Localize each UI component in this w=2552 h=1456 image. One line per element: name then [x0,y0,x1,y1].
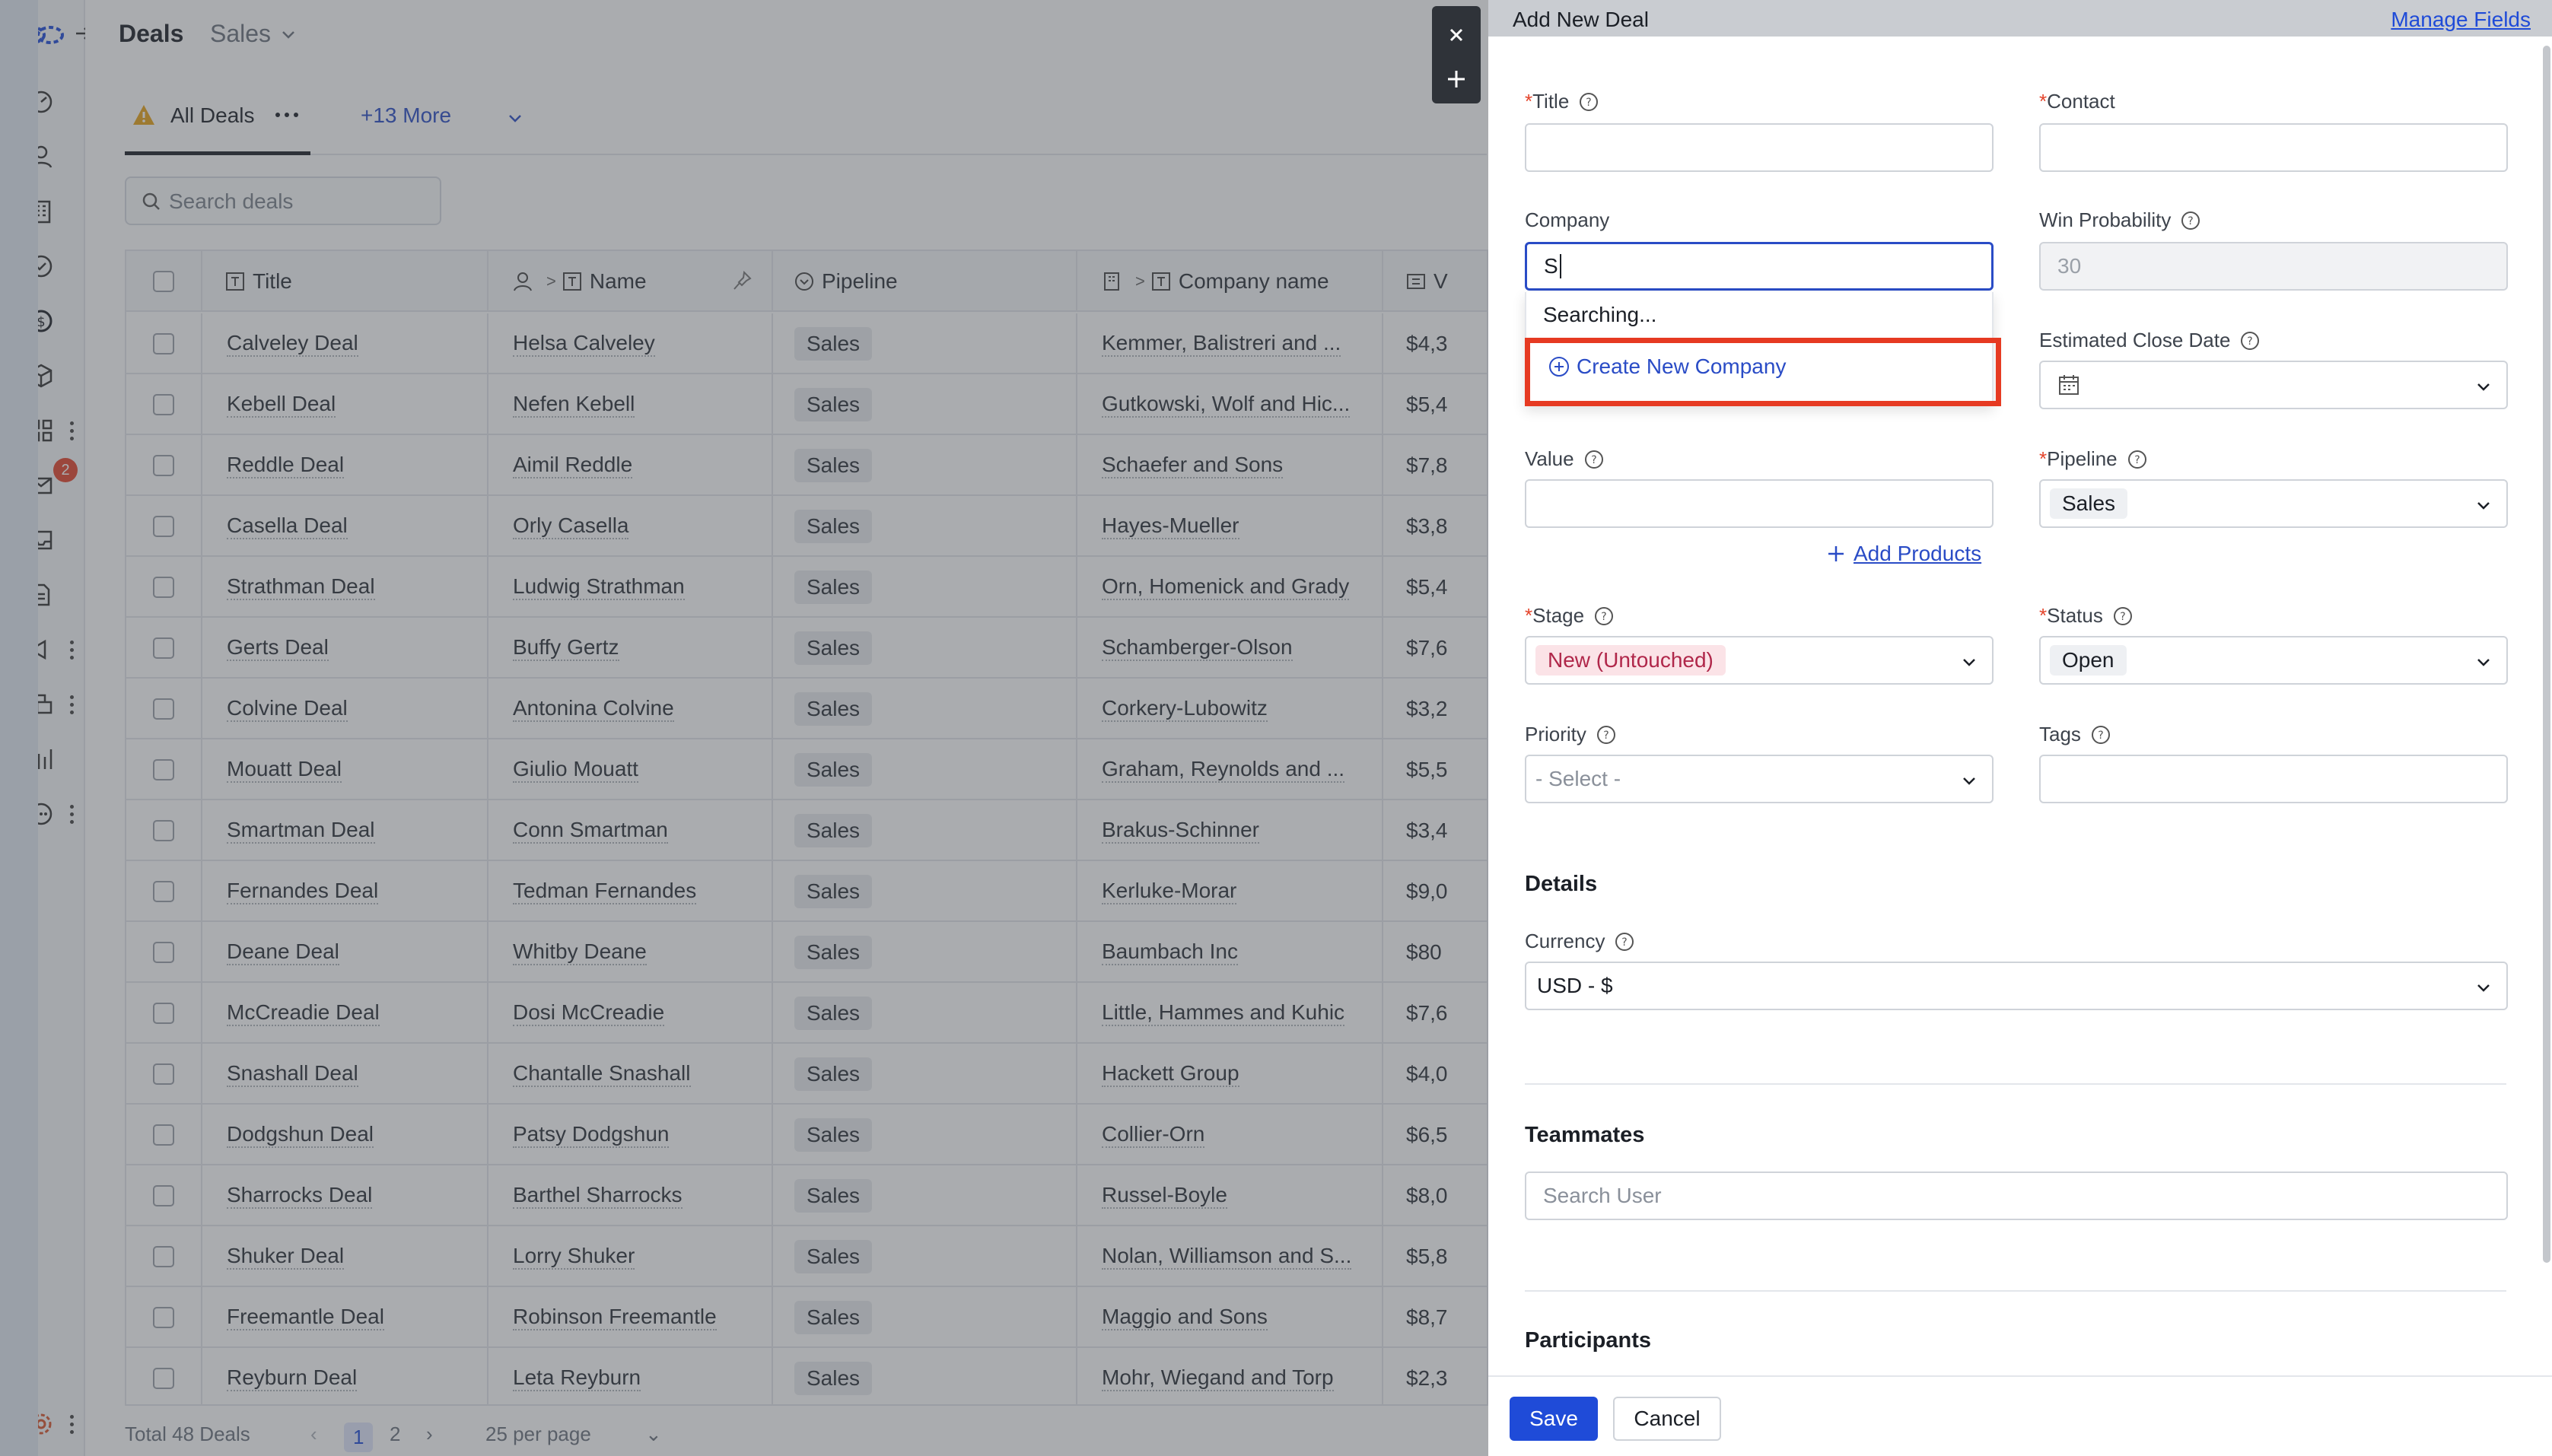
help-icon[interactable]: ? [2127,449,2148,470]
svg-text:?: ? [1622,936,1628,949]
value-input[interactable] [1525,479,1994,528]
currency-select[interactable]: USD - $ [1525,962,2508,1010]
svg-text:?: ? [2098,730,2103,742]
add-circle-icon [1549,357,1569,377]
status-label: * Status? [2039,604,2134,628]
teammates-heading: Teammates [1525,1123,1645,1147]
help-icon[interactable]: ? [2180,210,2201,231]
help-icon[interactable]: ? [1578,91,1599,113]
priority-select[interactable]: - Select - [1525,755,1994,803]
win-probability-input: 30 [2039,242,2508,291]
add-deal-drawer: Add New Deal Manage Fields [1488,0,2552,1456]
contact-input[interactable] [2039,123,2508,172]
details-heading: Details [1525,872,1598,896]
svg-text:?: ? [1586,97,1592,109]
pipeline-label: * Pipeline? [2039,447,2148,471]
help-icon[interactable]: ? [1583,449,1605,470]
company-input[interactable]: S [1525,242,1994,291]
window-edge [0,0,38,1456]
estimated-close-label: Estimated Close Date? [2039,329,2261,352]
svg-text:?: ? [2248,335,2253,348]
add-products-link[interactable]: Add Products [1826,542,1981,566]
help-icon[interactable]: ? [1596,724,1617,745]
pipeline-value: Sales [2050,488,2128,519]
chevron-down-icon[interactable] [1960,771,1978,790]
chevron-down-icon[interactable] [2474,496,2493,514]
chevron-down-icon[interactable] [2474,377,2493,396]
tags-label: Tags? [2039,723,2111,746]
help-icon[interactable]: ? [2239,330,2261,351]
drawer-title: Add New Deal [1513,8,1649,31]
minimize-icon[interactable] [1446,68,1467,90]
stage-value: New (Untouched) [1535,645,1726,676]
drawer-controls [1432,6,1481,103]
stage-select[interactable]: New (Untouched) [1525,636,1994,685]
chevron-down-icon[interactable] [2474,978,2493,997]
svg-text:?: ? [2134,454,2140,466]
chevron-down-icon[interactable] [2474,653,2493,671]
tags-input[interactable] [2039,755,2508,803]
status-select[interactable]: Open [2039,636,2508,685]
win-probability-label: Win Probability? [2039,208,2201,232]
searching-text: Searching... [1543,303,1657,326]
title-label: * Title? [1525,90,1599,113]
chevron-down-icon[interactable] [1960,653,1978,671]
close-icon[interactable] [1446,24,1467,46]
svg-text:?: ? [2188,215,2194,227]
drawer-scrollbar[interactable] [2543,46,2550,1263]
svg-text:?: ? [2120,611,2125,623]
help-icon[interactable]: ? [1593,606,1615,627]
currency-label: Currency? [1525,930,1635,953]
svg-text:?: ? [1591,454,1596,466]
create-new-company-option[interactable]: Create New Company [1548,354,1786,379]
svg-text:?: ? [1601,611,1606,623]
priority-value: - Select - [1535,767,1621,790]
contact-label: * Contact [2039,90,2115,113]
company-label: Company [1525,208,1610,231]
modal-backdrop[interactable] [38,0,1488,1456]
plus-icon [1828,546,1844,561]
manage-fields-link[interactable]: Manage Fields [2391,8,2531,32]
calendar-icon [2059,375,2079,395]
pipeline-select[interactable]: Sales [2039,479,2508,528]
participants-heading: Participants [1525,1328,1651,1353]
save-button[interactable]: Save [1510,1397,1598,1441]
help-icon[interactable]: ? [2090,724,2111,745]
status-value: Open [2050,645,2127,676]
stage-label: * Stage? [1525,604,1615,628]
currency-value: USD - $ [1537,974,1613,997]
priority-label: Priority? [1525,723,1617,746]
cancel-button[interactable]: Cancel [1613,1397,1721,1441]
help-icon[interactable]: ? [2112,606,2134,627]
section-divider [1525,1290,2506,1292]
value-label: Value? [1525,447,1605,471]
estimated-close-input[interactable] [2039,361,2508,409]
svg-text:?: ? [1603,730,1609,742]
teammates-search-input[interactable]: Search User [1525,1171,2508,1220]
help-icon[interactable]: ? [1614,931,1635,952]
title-input[interactable] [1525,123,1994,172]
section-divider [1525,1083,2506,1085]
drawer-header: Add New Deal Manage Fields [1488,0,2552,37]
